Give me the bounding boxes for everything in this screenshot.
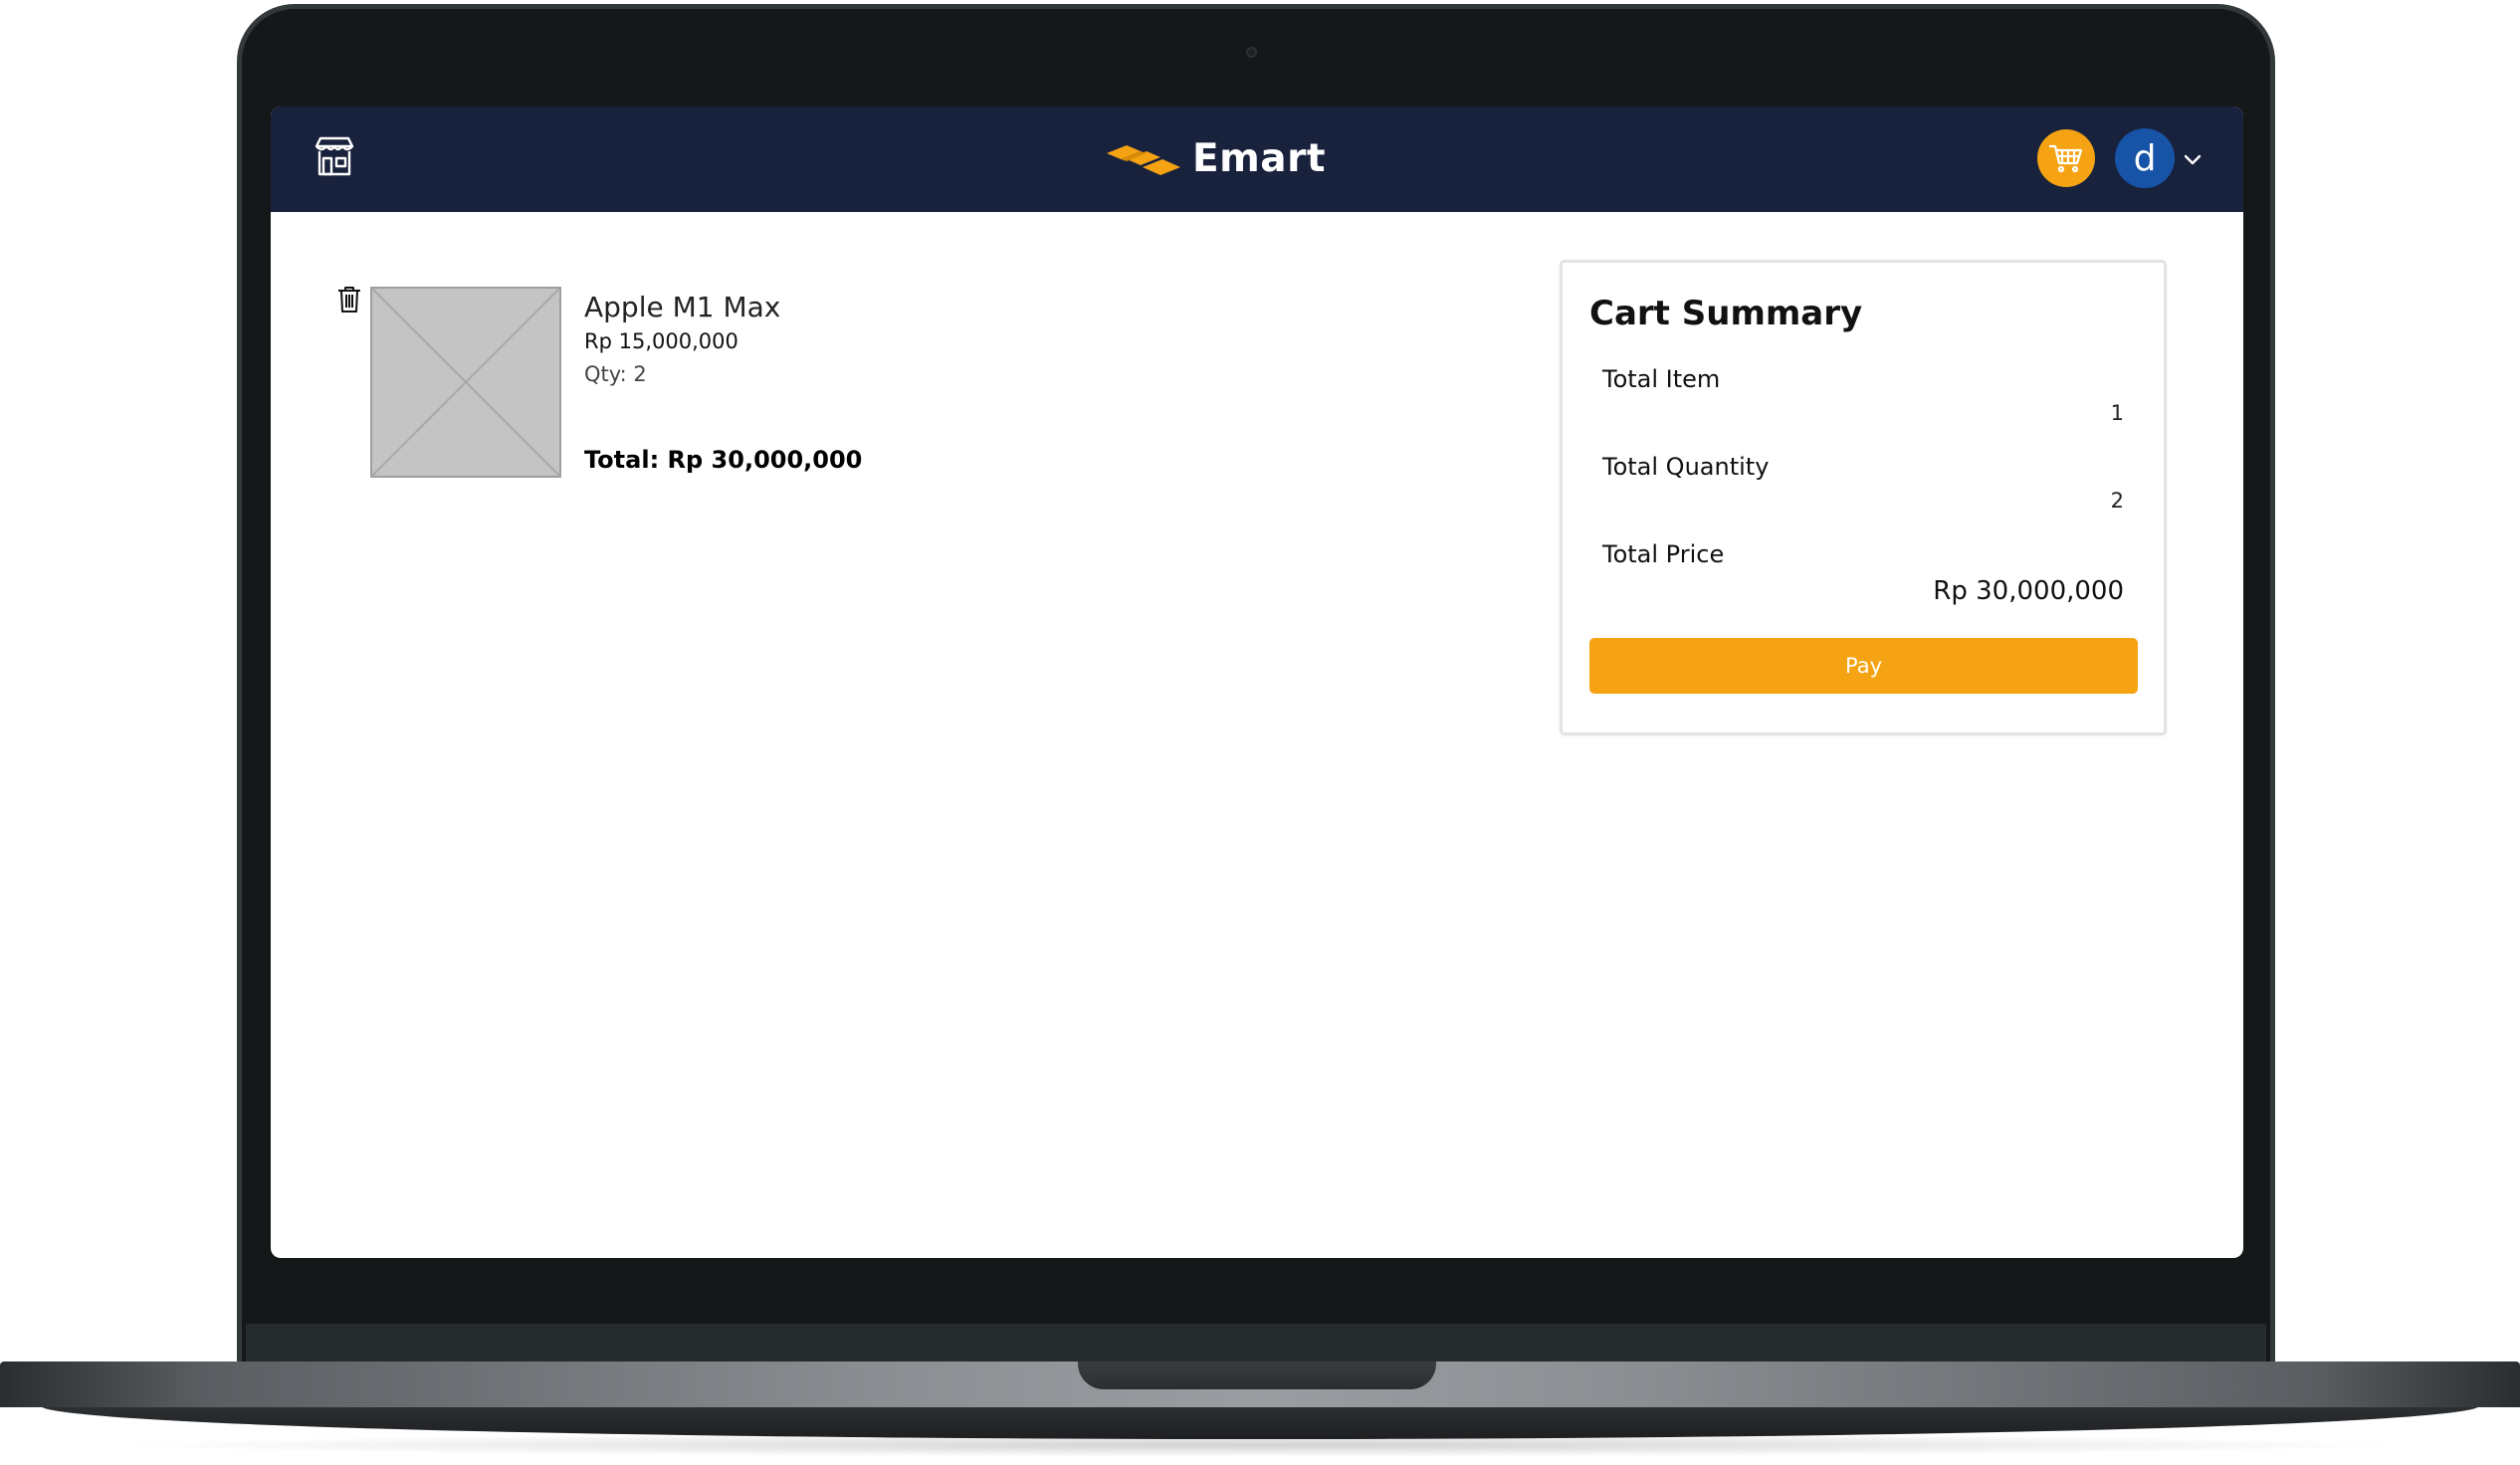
total-item-value: 1	[2110, 401, 2124, 425]
emart-logo-icon	[1107, 145, 1180, 175]
chevron-down-icon[interactable]	[2182, 148, 2204, 170]
pay-button[interactable]: Pay	[1589, 638, 2138, 694]
user-avatar[interactable]: d	[2115, 128, 2175, 188]
cart-summary-card: Cart Summary Total Item 1 Total Quantity…	[1560, 260, 2167, 735]
product-total-label: Total:	[584, 446, 660, 474]
store-icon[interactable]	[313, 134, 356, 178]
total-quantity-label: Total Quantity	[1602, 453, 1770, 481]
product-image-placeholder	[370, 287, 561, 478]
laptop-hinge	[246, 1324, 2266, 1361]
total-price-value: Rp 30,000,000	[1933, 576, 2124, 606]
cart-button[interactable]	[2037, 129, 2095, 187]
laptop-notch	[1078, 1361, 1436, 1389]
webcam	[1246, 47, 1257, 58]
brand-logo[interactable]: Emart	[1105, 130, 1326, 186]
product-price: Rp 15,000,000	[584, 329, 738, 353]
total-item-label: Total Item	[1602, 365, 1721, 393]
top-navbar: Emart d	[271, 106, 2243, 212]
trash-icon[interactable]	[336, 286, 362, 314]
product-name: Apple M1 Max	[584, 291, 781, 323]
product-total-value: Rp 30,000,000	[667, 446, 863, 474]
product-quantity: Qty: 2	[584, 362, 647, 386]
app-screen: Emart d Apple M1 Max Rp 15,000,000 Qty: …	[271, 106, 2243, 1258]
product-total: Total: Rp 30,000,000	[584, 446, 862, 474]
shopping-cart-icon	[2049, 144, 2083, 173]
total-quantity-value: 2	[2110, 489, 2124, 513]
total-price-label: Total Price	[1602, 540, 1725, 568]
cart-summary-title: Cart Summary	[1589, 294, 1863, 333]
brand-name: Emart	[1192, 135, 1326, 181]
